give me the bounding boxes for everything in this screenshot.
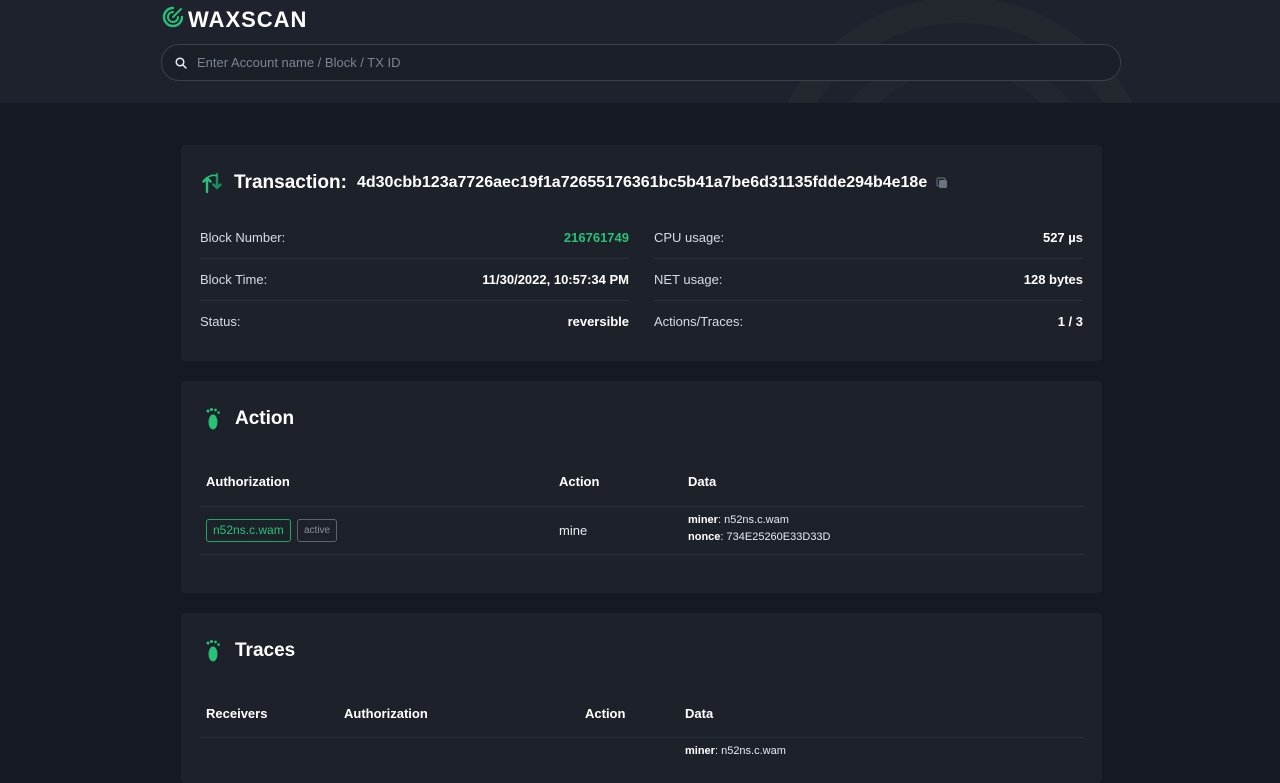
status-value: reversible	[567, 313, 629, 329]
col-action: Action	[585, 706, 626, 721]
waxscan-logo-icon	[162, 6, 184, 33]
col-receivers: Receivers	[206, 706, 268, 721]
transaction-title: Transaction: 4d30cbb123a7726aec19f1a7265…	[202, 172, 948, 194]
top-header: WAXSCAN	[0, 0, 1280, 103]
transaction-label: Transaction:	[234, 172, 347, 193]
footprint-icon	[205, 407, 221, 431]
actor-badge[interactable]: n52ns.c.wam	[206, 519, 291, 542]
col-data: Data	[688, 474, 717, 489]
actions-traces-row: Actions/Traces: 1 / 3	[654, 300, 1083, 342]
net-usage-label: NET usage:	[654, 271, 723, 287]
col-authorization: Authorization	[344, 706, 428, 721]
data-line-nonce: nonce: 734E25260E33D33D	[688, 531, 831, 543]
brand-logo[interactable]: WAXSCAN	[162, 6, 307, 33]
data-line-miner: miner: n52ns.c.wam	[685, 745, 786, 757]
footprint-icon	[205, 639, 221, 663]
col-data: Data	[685, 706, 714, 721]
brand-name: WAXSCAN	[188, 6, 308, 32]
table-header-divider	[200, 737, 1084, 738]
block-number-label: Block Number:	[200, 229, 286, 245]
search-bar[interactable]	[161, 44, 1121, 81]
transfer-arrows-icon	[202, 172, 222, 194]
net-usage-value: 128 bytes	[1023, 271, 1083, 287]
table-header-divider	[200, 506, 1084, 507]
copy-icon[interactable]	[936, 177, 948, 189]
col-action: Action	[559, 474, 600, 489]
traces-heading: Traces	[235, 640, 296, 661]
actions-traces-label: Actions/Traces:	[654, 313, 744, 329]
data-key: miner	[685, 745, 715, 757]
action-title: Action	[205, 407, 294, 431]
data-line-miner: miner: n52ns.c.wam	[688, 514, 789, 526]
cpu-usage-row: CPU usage: 527 µs	[654, 216, 1083, 259]
search-input[interactable]	[195, 54, 1120, 71]
traces-title: Traces	[205, 639, 295, 663]
data-value[interactable]: : n52ns.c.wam	[718, 514, 789, 526]
data-key: nonce	[688, 531, 721, 543]
col-authorization: Authorization	[206, 474, 290, 489]
data-key: miner	[688, 514, 718, 526]
table-row-divider	[200, 554, 1084, 555]
block-number-link[interactable]: 216761749	[564, 230, 629, 245]
block-time-value: 11/30/2022, 10:57:34 PM	[482, 271, 629, 287]
search-icon	[175, 56, 189, 70]
status-row: Status: reversible	[200, 300, 629, 342]
block-number-row: Block Number: 216761749	[200, 216, 629, 259]
status-label: Status:	[200, 313, 241, 329]
action-card	[181, 381, 1102, 593]
cpu-usage-value: 527 µs	[1042, 229, 1083, 245]
permission-badge: active	[297, 519, 338, 542]
transaction-hash: 4d30cbb123a7726aec19f1a72655176361bc5b41…	[356, 174, 928, 191]
data-value[interactable]: : n52ns.c.wam	[715, 745, 786, 757]
block-time-label: Block Time:	[200, 271, 268, 287]
cpu-usage-label: CPU usage:	[654, 229, 725, 245]
action-heading: Action	[235, 408, 295, 429]
net-usage-row: NET usage: 128 bytes	[654, 258, 1083, 301]
traces-card	[181, 613, 1102, 783]
actions-traces-value: 1 / 3	[1057, 313, 1083, 329]
block-time-row: Block Time: 11/30/2022, 10:57:34 PM	[200, 258, 629, 301]
action-name: mine	[559, 523, 588, 538]
data-value: : 734E25260E33D33D	[720, 531, 831, 543]
